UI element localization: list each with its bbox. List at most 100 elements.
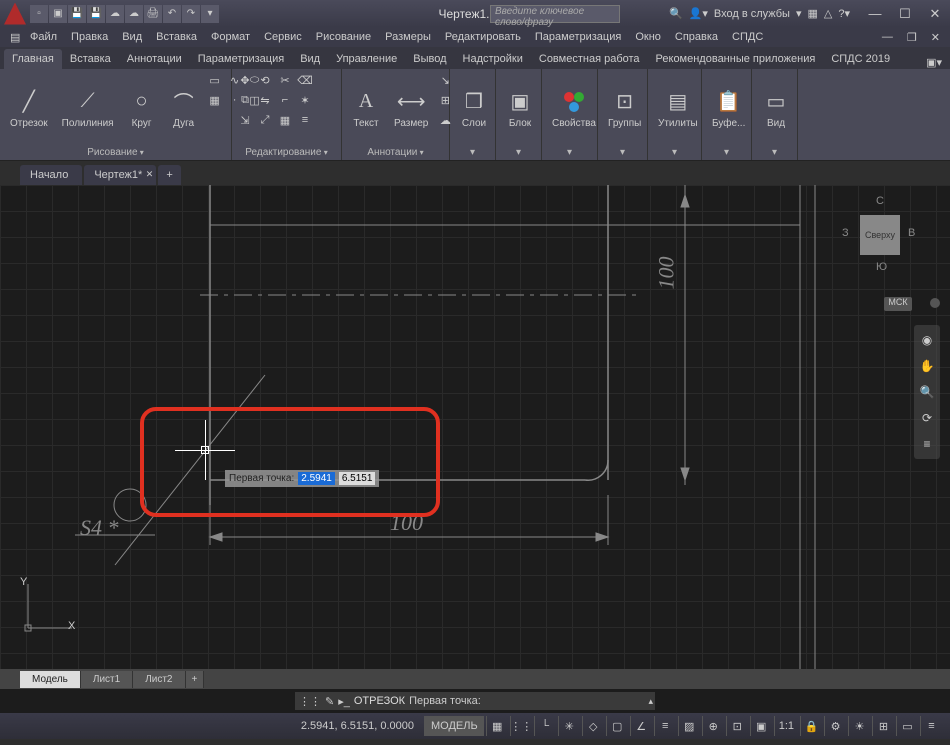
plot-icon[interactable]: 🖨 (144, 5, 162, 23)
open-icon[interactable]: ▣ (49, 5, 67, 23)
menu-file[interactable]: Файл (24, 29, 63, 45)
panel-layers-drop[interactable]: ▾ (454, 145, 491, 160)
help-icon[interactable]: ?▾ (838, 7, 850, 20)
rotate-icon[interactable]: ⟲ (256, 71, 274, 89)
nav-orbit-icon[interactable]: ⟳ (916, 407, 938, 429)
menu-dimensions[interactable]: Размеры (379, 29, 437, 45)
menu-parametrize[interactable]: Параметризация (529, 29, 627, 45)
autocad-logo-icon[interactable] (4, 3, 26, 25)
array-icon[interactable]: ▦ (276, 111, 294, 129)
menu-modify[interactable]: Редактировать (439, 29, 527, 45)
doc-minimize-icon[interactable]: — (876, 29, 899, 45)
circle-button[interactable]: ○Круг (122, 71, 162, 145)
block-button[interactable]: ▣Блок (500, 71, 540, 145)
copy-icon[interactable]: ⧉ (236, 91, 254, 109)
web-save-icon[interactable]: ☁ (106, 5, 124, 23)
ribbon-tab-collab[interactable]: Совместная работа (531, 49, 648, 69)
close-button[interactable]: ✕ (920, 0, 950, 27)
status-ortho-icon[interactable]: └ (534, 716, 556, 736)
rect-icon[interactable]: ▭ (206, 71, 224, 89)
panel-annotation-title[interactable]: Аннотации (346, 145, 445, 160)
viewcube-west[interactable]: З (842, 227, 849, 239)
menu-spds[interactable]: СПДС (726, 29, 769, 45)
undo-icon[interactable]: ↶ (163, 5, 181, 23)
panel-groups-drop[interactable]: ▾ (602, 145, 643, 160)
menu-view[interactable]: Вид (116, 29, 148, 45)
ribbon-tab-insert[interactable]: Вставка (62, 49, 119, 69)
signin-label[interactable]: Вход в службы (714, 8, 790, 20)
app-menu-icon[interactable]: ▤ (4, 29, 20, 45)
panel-properties-drop[interactable]: ▾ (546, 145, 593, 160)
file-tab-new-button[interactable]: + (158, 165, 180, 185)
infocenter-icon[interactable]: 🔍 (669, 7, 683, 20)
panel-view-drop[interactable]: ▾ (756, 145, 793, 160)
signin-icon[interactable]: 👤▾ (689, 7, 708, 20)
menu-edit[interactable]: Правка (65, 29, 114, 45)
status-iso-icon[interactable]: ◇ (582, 716, 604, 736)
layout-tab-add-button[interactable]: + (186, 671, 205, 688)
menu-insert[interactable]: Вставка (150, 29, 203, 45)
layers-button[interactable]: ❒Слои (454, 71, 494, 145)
qat-dropdown-icon[interactable]: ▾ (201, 5, 219, 23)
command-line-input[interactable]: ⋮⋮ ✎ ▸_ ОТРЕЗОК Первая точка: ▴ (295, 692, 655, 710)
ribbon-tab-view[interactable]: Вид (292, 49, 328, 69)
status-polar-icon[interactable]: ✳ (558, 716, 580, 736)
status-lineweight-icon[interactable]: ≡ (654, 716, 676, 736)
dim-button[interactable]: ⟷Размер (388, 71, 434, 145)
ribbon-tab-parametric[interactable]: Параметризация (190, 49, 292, 69)
stretch-icon[interactable]: ⇲ (236, 111, 254, 129)
status-scale-label[interactable]: 1:1 (774, 716, 798, 736)
status-clean-icon[interactable]: ▭ (896, 716, 918, 736)
utilities-button[interactable]: ▤Утилиты (652, 71, 704, 145)
ribbon-tab-spds[interactable]: СПДС 2019 (823, 49, 898, 69)
status-transparency-icon[interactable]: ▨ (678, 716, 700, 736)
ribbon-tab-addins[interactable]: Надстройки (455, 49, 531, 69)
menu-draw[interactable]: Рисование (310, 29, 377, 45)
ribbon-tab-home[interactable]: Главная (4, 49, 62, 69)
ribbon-collapse-icon[interactable]: ▣▾ (926, 56, 946, 69)
app-exchange-icon[interactable]: ▦ (807, 7, 817, 20)
status-hw-icon[interactable]: ⊞ (872, 716, 894, 736)
ribbon-tab-annotate[interactable]: Аннотации (119, 49, 190, 69)
viewcube-east[interactable]: В (908, 227, 915, 239)
redo-icon[interactable]: ↷ (182, 5, 200, 23)
status-custom-icon[interactable]: ≡ (920, 716, 942, 736)
trim-icon[interactable]: ✂ (276, 71, 294, 89)
saveas-icon[interactable]: 💾 (87, 5, 105, 23)
status-osnap-icon[interactable]: ▢ (606, 716, 628, 736)
status-model-button[interactable]: МОДЕЛЬ (424, 716, 484, 736)
save-icon[interactable]: 💾 (68, 5, 86, 23)
status-annoscale-icon[interactable]: 🔒 (800, 716, 822, 736)
status-otrack-icon[interactable]: ∠ (630, 716, 652, 736)
layout-tab-model[interactable]: Модель (20, 671, 81, 688)
viewcube-top-face[interactable]: Сверху (860, 215, 900, 255)
groups-button[interactable]: ⊡Группы (602, 71, 647, 145)
view-button[interactable]: ▭Вид (756, 71, 796, 145)
maximize-button[interactable]: ☐ (890, 0, 920, 27)
panel-clipboard-drop[interactable]: ▾ (706, 145, 747, 160)
ucs-drop-icon[interactable] (930, 298, 940, 308)
status-grid-icon[interactable]: ▦ (486, 716, 508, 736)
file-tab-current[interactable]: Чертеж1*✕ (84, 165, 156, 185)
menu-window[interactable]: Окно (629, 29, 667, 45)
viewcube[interactable]: С Ю В З Сверху (840, 195, 920, 295)
cmd-history-icon[interactable]: ▴ (648, 696, 653, 707)
file-tab-close-icon[interactable]: ✕ (146, 169, 154, 180)
search-input[interactable]: Введите ключевое слово/фразу (490, 5, 620, 23)
viewcube-south[interactable]: Ю (876, 261, 887, 273)
status-cycling-icon[interactable]: ⊕ (702, 716, 724, 736)
cmd-handle-icon[interactable]: ⋮⋮ (299, 695, 321, 708)
mirror-icon[interactable]: ⇋ (256, 91, 274, 109)
cmd-customize-icon[interactable]: ✎ (325, 695, 334, 708)
menu-service[interactable]: Сервис (258, 29, 308, 45)
nav-showmotion-icon[interactable]: ≡ (916, 433, 938, 455)
doc-restore-icon[interactable]: ❐ (901, 29, 923, 46)
panel-modify-title[interactable]: Редактирование (236, 145, 337, 160)
ribbon-tab-output[interactable]: Вывод (405, 49, 454, 69)
doc-close-icon[interactable]: ✕ (925, 29, 946, 46)
text-button[interactable]: AТекст (346, 71, 386, 145)
clipboard-button[interactable]: 📋Буфе... (706, 71, 751, 145)
new-icon[interactable]: ▫ (30, 5, 48, 23)
properties-button[interactable]: Свойства (546, 71, 602, 145)
menu-format[interactable]: Формат (205, 29, 256, 45)
